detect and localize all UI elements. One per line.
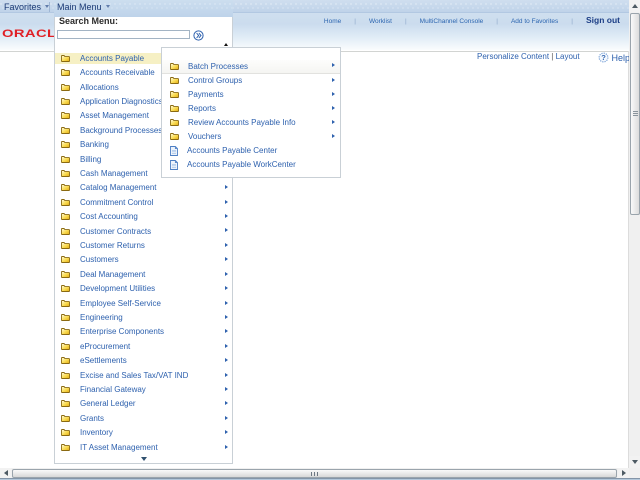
svg-text:?: ? — [601, 53, 606, 62]
